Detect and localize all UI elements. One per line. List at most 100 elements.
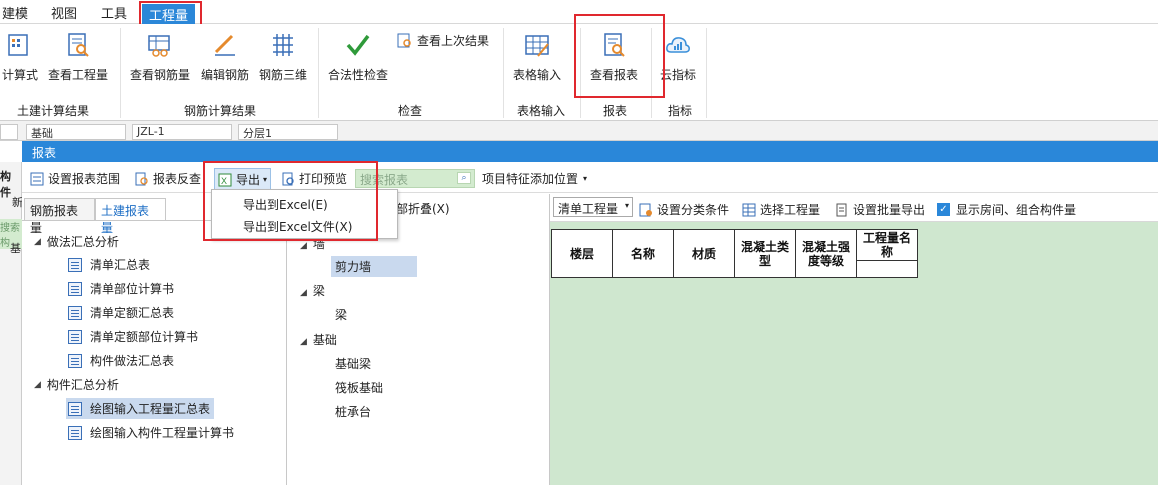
reverse-query-label: 报表反查 bbox=[153, 172, 202, 186]
feature-position-button[interactable]: 项目特征添加位置 ▾ bbox=[482, 170, 587, 187]
category-beam[interactable]: ◢ 梁 bbox=[300, 282, 325, 299]
header-material: 材质 bbox=[673, 229, 735, 278]
category-condition-label: 设置分类条件 bbox=[657, 203, 730, 217]
chevron-down-icon: ▾ bbox=[583, 174, 588, 183]
view-quantity-button[interactable]: 查看工程量 bbox=[47, 32, 109, 83]
highlight-box-report bbox=[574, 14, 665, 98]
view-rebar-button[interactable]: 查看钢筋量 bbox=[129, 32, 191, 83]
menu-tools[interactable]: 工具 bbox=[101, 3, 127, 22]
batch-export-label: 设置批量导出 bbox=[853, 203, 926, 217]
report-doc-icon bbox=[68, 257, 82, 272]
table-input-icon bbox=[525, 35, 549, 57]
tree-item-label: 清单部位计算书 bbox=[90, 282, 175, 296]
tab-rebar-report[interactable]: 钢筋报表量 bbox=[24, 198, 95, 235]
category-item[interactable]: 筏板基础 bbox=[335, 379, 383, 396]
combo-stub[interactable] bbox=[0, 124, 18, 140]
category-item[interactable]: 基础梁 bbox=[335, 355, 371, 372]
table-header-row: 楼层 名称 材质 混凝土类型 混凝土强度等级 工程量名称 bbox=[551, 229, 918, 278]
last-result-label: 查看上次结果 bbox=[417, 34, 490, 48]
cloud-index-label: 云指标 bbox=[659, 68, 696, 82]
last-result-icon bbox=[397, 33, 411, 47]
combo-bar: 基础 JZL-1 分层1 bbox=[0, 121, 1158, 141]
bg-label-base: 基 bbox=[10, 242, 21, 255]
category-foundation[interactable]: ◢ 基础 bbox=[300, 331, 337, 348]
report-doc-icon bbox=[68, 353, 82, 368]
tree-group-method-label: 做法汇总分析 bbox=[46, 235, 119, 249]
group-check: 检查 bbox=[397, 104, 422, 118]
tree-item-label: 清单定额部位计算书 bbox=[90, 330, 199, 344]
background-panel: 构件 新 搜索构 基 bbox=[0, 162, 23, 485]
chevron-down-icon: ▾ bbox=[624, 201, 629, 210]
table-icon bbox=[742, 203, 756, 216]
search-icon[interactable]: ⌕ bbox=[457, 172, 471, 184]
menu-modeling[interactable]: 建模 bbox=[2, 3, 28, 22]
validity-check-button[interactable]: 合法性检查 bbox=[327, 32, 389, 83]
category-item[interactable]: 桩承台 bbox=[335, 403, 371, 420]
select-quantity-button[interactable]: 选择工程量 bbox=[742, 201, 820, 218]
batch-export-button[interactable]: 设置批量导出 bbox=[835, 201, 925, 218]
collapse-all-button[interactable]: 部折叠(X) bbox=[396, 200, 450, 217]
tree-item[interactable]: 清单部位计算书 bbox=[68, 280, 174, 297]
reverse-query-button[interactable]: 报表反查 bbox=[135, 170, 201, 187]
tree-group-method[interactable]: ◢ 做法汇总分析 bbox=[34, 233, 119, 250]
formula-icon bbox=[8, 34, 28, 56]
cloud-icon bbox=[666, 37, 690, 53]
tree-item-label: 清单汇总表 bbox=[90, 258, 151, 272]
formula-button[interactable]: 计算式 bbox=[0, 32, 40, 83]
header-name: 名称 bbox=[612, 229, 674, 278]
collapse-icon: ◢ bbox=[300, 337, 307, 347]
group-report: 报表 bbox=[602, 104, 627, 118]
set-range-button[interactable]: 设置报表范围 bbox=[30, 170, 120, 187]
category-item[interactable]: 梁 bbox=[335, 306, 347, 323]
menu-view[interactable]: 视图 bbox=[51, 3, 77, 22]
last-result-button[interactable]: 查看上次结果 bbox=[397, 32, 489, 49]
collapse-icon: ◢ bbox=[300, 241, 307, 251]
report-doc-icon bbox=[68, 425, 82, 440]
feature-position-label: 项目特征添加位置 bbox=[482, 172, 579, 186]
combo-category[interactable]: 基础 bbox=[26, 124, 126, 140]
view-rebar-icon bbox=[148, 35, 170, 57]
header-floor: 楼层 bbox=[551, 229, 613, 278]
combo-component[interactable]: JZL-1 bbox=[132, 124, 232, 140]
tree-item[interactable]: 清单汇总表 bbox=[68, 256, 150, 273]
view-rebar-label: 查看钢筋量 bbox=[129, 68, 190, 82]
category-item-selected[interactable]: 剪力墙 bbox=[331, 256, 418, 277]
view-quantity-icon bbox=[68, 33, 89, 57]
checkbox-checked-icon: ✓ bbox=[937, 203, 950, 216]
edit-rebar-button[interactable]: 编辑钢筋 bbox=[199, 32, 251, 83]
rebar-3d-button[interactable]: 钢筋三维 bbox=[257, 32, 309, 83]
header-sub-cell bbox=[856, 260, 918, 278]
report-dialog-title: 报表 bbox=[22, 141, 1158, 162]
checkmark-icon bbox=[346, 34, 370, 56]
rebar-3d-icon bbox=[273, 34, 293, 56]
show-rooms-label: 显示房间、组合构件量 bbox=[956, 203, 1077, 217]
show-rooms-checkbox[interactable]: ✓ 显示房间、组合构件量 bbox=[937, 201, 1076, 218]
collapse-icon: ◢ bbox=[34, 379, 41, 390]
tree-item[interactable]: 绘图输入构件工程量计算书 bbox=[68, 424, 234, 441]
combo-layer[interactable]: 分层1 bbox=[238, 124, 338, 140]
report-doc-icon bbox=[68, 305, 82, 320]
report-doc-icon bbox=[68, 401, 82, 416]
header-concrete-grade: 混凝土强度等级 bbox=[795, 229, 857, 278]
tree-item[interactable]: 清单定额部位计算书 bbox=[68, 328, 198, 345]
category-condition-button[interactable]: 设置分类条件 bbox=[639, 201, 729, 218]
tree-item-selected[interactable]: 绘图输入工程量汇总表 bbox=[66, 398, 215, 419]
settings-icon bbox=[639, 203, 652, 216]
group-civil-results: 土建计算结果 bbox=[16, 104, 89, 118]
range-icon bbox=[30, 172, 44, 185]
tree-item[interactable]: 构件做法汇总表 bbox=[68, 352, 174, 369]
formula-label: 计算式 bbox=[1, 68, 38, 82]
view-quantity-label: 查看工程量 bbox=[47, 68, 108, 82]
select-quantity-label: 选择工程量 bbox=[760, 203, 821, 217]
quantity-type-select[interactable]: 清单工程量 ▾ bbox=[553, 197, 633, 217]
group-table-input: 表格输入 bbox=[516, 104, 565, 118]
report-doc-icon bbox=[68, 281, 82, 296]
tree-item[interactable]: 清单定额汇总表 bbox=[68, 304, 174, 321]
rebar-3d-label: 钢筋三维 bbox=[258, 68, 307, 82]
tree-group-component[interactable]: ◢ 构件汇总分析 bbox=[34, 376, 119, 393]
table-input-button[interactable]: 表格输入 bbox=[511, 32, 563, 83]
edit-rebar-icon bbox=[214, 34, 235, 56]
tab-civil-report[interactable]: 土建报表量 bbox=[95, 198, 166, 235]
tree-item-label: 清单定额汇总表 bbox=[90, 306, 175, 320]
collapse-icon: ◢ bbox=[300, 288, 307, 298]
